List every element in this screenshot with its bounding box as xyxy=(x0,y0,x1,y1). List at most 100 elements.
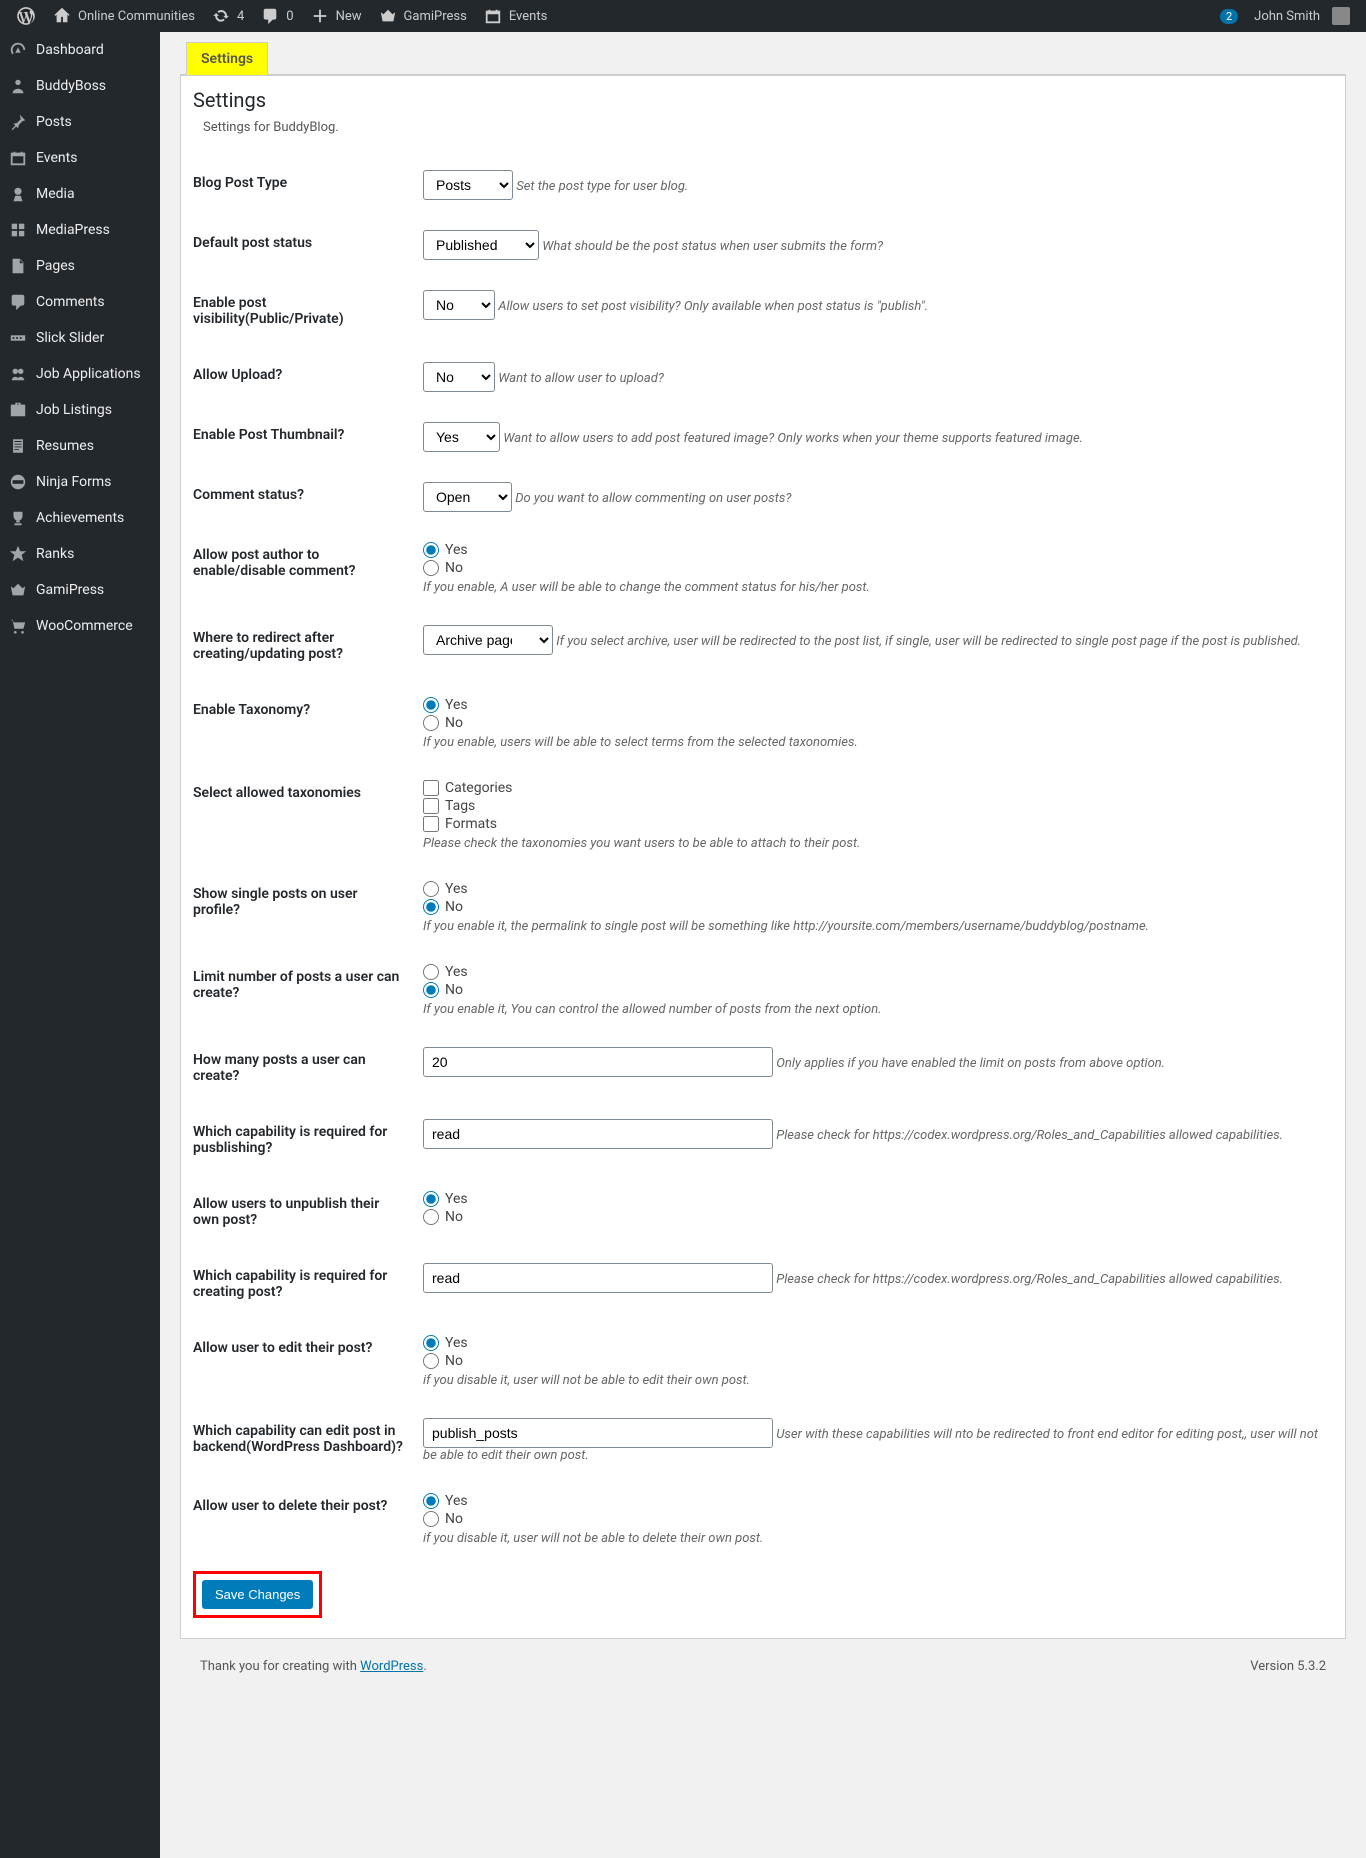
footer-wordpress-link[interactable]: WordPress xyxy=(360,1659,423,1674)
sidebar-item-events[interactable]: Events xyxy=(0,140,160,176)
sidebar-item-label: Resumes xyxy=(36,438,94,454)
radio-allow-edit-no[interactable] xyxy=(423,1353,439,1369)
footer-thank: Thank you for creating with xyxy=(200,1659,360,1674)
sidebar-item-mediapress[interactable]: MediaPress xyxy=(0,212,160,248)
gamipress-label: GamiPress xyxy=(404,9,467,24)
opt-label: Yes xyxy=(445,1493,468,1509)
gamipress-link[interactable]: GamiPress xyxy=(370,0,475,32)
footer-version: Version 5.3.2 xyxy=(1250,1659,1326,1674)
sidebar-item-resumes[interactable]: Resumes xyxy=(0,428,160,464)
label-thumbnail: Enable Post Thumbnail? xyxy=(193,407,413,467)
new-content-link[interactable]: New xyxy=(302,0,370,32)
check-formats[interactable] xyxy=(423,816,439,832)
tab-wrapper: Settings xyxy=(180,42,1346,75)
sidebar-item-gamipress[interactable]: GamiPress xyxy=(0,572,160,608)
desc-post-type: Set the post type for user blog. xyxy=(516,179,688,194)
save-changes-button[interactable]: Save Changes xyxy=(202,1580,313,1609)
buddyboss-icon xyxy=(8,76,28,96)
select-visibility[interactable]: No xyxy=(423,290,495,320)
opt-label: Yes xyxy=(445,697,468,713)
sidebar-item-slick-slider[interactable]: Slick Slider xyxy=(0,320,160,356)
check-tags[interactable] xyxy=(423,798,439,814)
desc-cap-create: Please check for https://codex.wordpress… xyxy=(776,1272,1283,1287)
opt-label: No xyxy=(445,1353,463,1369)
sidebar-item-label: Ninja Forms xyxy=(36,474,111,490)
radio-allow-edit-yes[interactable] xyxy=(423,1335,439,1351)
select-comment-status[interactable]: Open xyxy=(423,482,512,512)
sidebar-item-label: Posts xyxy=(36,114,72,130)
sidebar-item-comments[interactable]: Comments xyxy=(0,284,160,320)
sidebar-item-ranks[interactable]: Ranks xyxy=(0,536,160,572)
opt-label: No xyxy=(445,982,463,998)
updates-count: 4 xyxy=(237,9,244,24)
radio-limit-posts-no[interactable] xyxy=(423,982,439,998)
sidebar-item-dashboard[interactable]: Dashboard xyxy=(0,32,160,68)
radio-unpublish-no[interactable] xyxy=(423,1209,439,1225)
comments-icon xyxy=(260,6,280,26)
star-icon xyxy=(8,544,28,564)
radio-taxonomy-yes[interactable] xyxy=(423,697,439,713)
radio-unpublish-yes[interactable] xyxy=(423,1191,439,1207)
radio-taxonomy-no[interactable] xyxy=(423,715,439,731)
input-cap-create[interactable] xyxy=(423,1263,773,1293)
desc-visibility: Allow users to set post visibility? Only… xyxy=(498,299,928,314)
select-allow-upload[interactable]: No xyxy=(423,362,495,392)
sidebar-item-pages[interactable]: Pages xyxy=(0,248,160,284)
input-cap-backend[interactable] xyxy=(423,1418,773,1448)
radio-allow-delete-no[interactable] xyxy=(423,1511,439,1527)
settings-panel: Settings Settings for BuddyBlog. Blog Po… xyxy=(180,75,1346,1639)
main-content: Settings Settings Settings for BuddyBlog… xyxy=(160,32,1366,1858)
events-link[interactable]: Events xyxy=(475,0,555,32)
select-redirect[interactable]: Archive page xyxy=(423,625,553,655)
sidebar-item-job-applications[interactable]: Job Applications xyxy=(0,356,160,392)
opt-label: No xyxy=(445,560,463,576)
input-cap-publish[interactable] xyxy=(423,1119,773,1149)
notifications-link[interactable]: 2 xyxy=(1212,0,1246,32)
comments-link[interactable]: 0 xyxy=(252,0,301,32)
sidebar-item-label: BuddyBoss xyxy=(36,78,106,94)
label-author-comment: Allow post author to enable/disable comm… xyxy=(193,527,413,610)
sidebar-item-job-listings[interactable]: Job Listings xyxy=(0,392,160,428)
pin-icon xyxy=(8,112,28,132)
sidebar-item-media[interactable]: Media xyxy=(0,176,160,212)
sidebar-item-woocommerce[interactable]: WooCommerce xyxy=(0,608,160,644)
events-label: Events xyxy=(509,9,547,24)
select-thumbnail[interactable]: Yes xyxy=(423,422,500,452)
input-max-posts[interactable] xyxy=(423,1047,773,1077)
notification-badge: 2 xyxy=(1220,9,1238,24)
sidebar-item-achievements[interactable]: Achievements xyxy=(0,500,160,536)
sidebar-item-posts[interactable]: Posts xyxy=(0,104,160,140)
check-categories[interactable] xyxy=(423,780,439,796)
radio-show-single-no[interactable] xyxy=(423,899,439,915)
sidebar-item-buddyboss[interactable]: BuddyBoss xyxy=(0,68,160,104)
sidebar-item-ninja-forms[interactable]: Ninja Forms xyxy=(0,464,160,500)
gallery-icon xyxy=(8,220,28,240)
sidebar-item-label: GamiPress xyxy=(36,582,104,598)
update-icon xyxy=(211,6,231,26)
wp-logo-link[interactable] xyxy=(8,0,44,32)
account-link[interactable]: John Smith xyxy=(1246,0,1358,32)
desc-redirect: If you select archive, user will be redi… xyxy=(556,634,1301,649)
radio-show-single-yes[interactable] xyxy=(423,881,439,897)
label-visibility: Enable post visibility(Public/Private) xyxy=(193,275,413,347)
site-home-link[interactable]: Online Communities xyxy=(44,0,203,32)
label-unpublish: Allow users to unpublish their own post? xyxy=(193,1176,413,1248)
briefcase-icon xyxy=(8,400,28,420)
admin-footer: Thank you for creating with WordPress. V… xyxy=(180,1639,1346,1694)
label-taxonomy: Enable Taxonomy? xyxy=(193,682,413,765)
tab-settings[interactable]: Settings xyxy=(186,42,268,75)
page-title: Settings xyxy=(193,88,1333,112)
radio-author-comment-no[interactable] xyxy=(423,560,439,576)
select-post-status[interactable]: Published xyxy=(423,230,539,260)
radio-author-comment-yes[interactable] xyxy=(423,542,439,558)
radio-limit-posts-yes[interactable] xyxy=(423,964,439,980)
sidebar-item-label: Job Listings xyxy=(36,402,112,418)
radio-allow-delete-yes[interactable] xyxy=(423,1493,439,1509)
opt-label: No xyxy=(445,715,463,731)
desc-show-single: If you enable it, the permalink to singl… xyxy=(423,919,1323,934)
select-post-type[interactable]: Posts xyxy=(423,170,513,200)
document-icon xyxy=(8,436,28,456)
sidebar-item-label: MediaPress xyxy=(36,222,110,238)
updates-link[interactable]: 4 xyxy=(203,0,252,32)
opt-label: Yes xyxy=(445,1191,468,1207)
